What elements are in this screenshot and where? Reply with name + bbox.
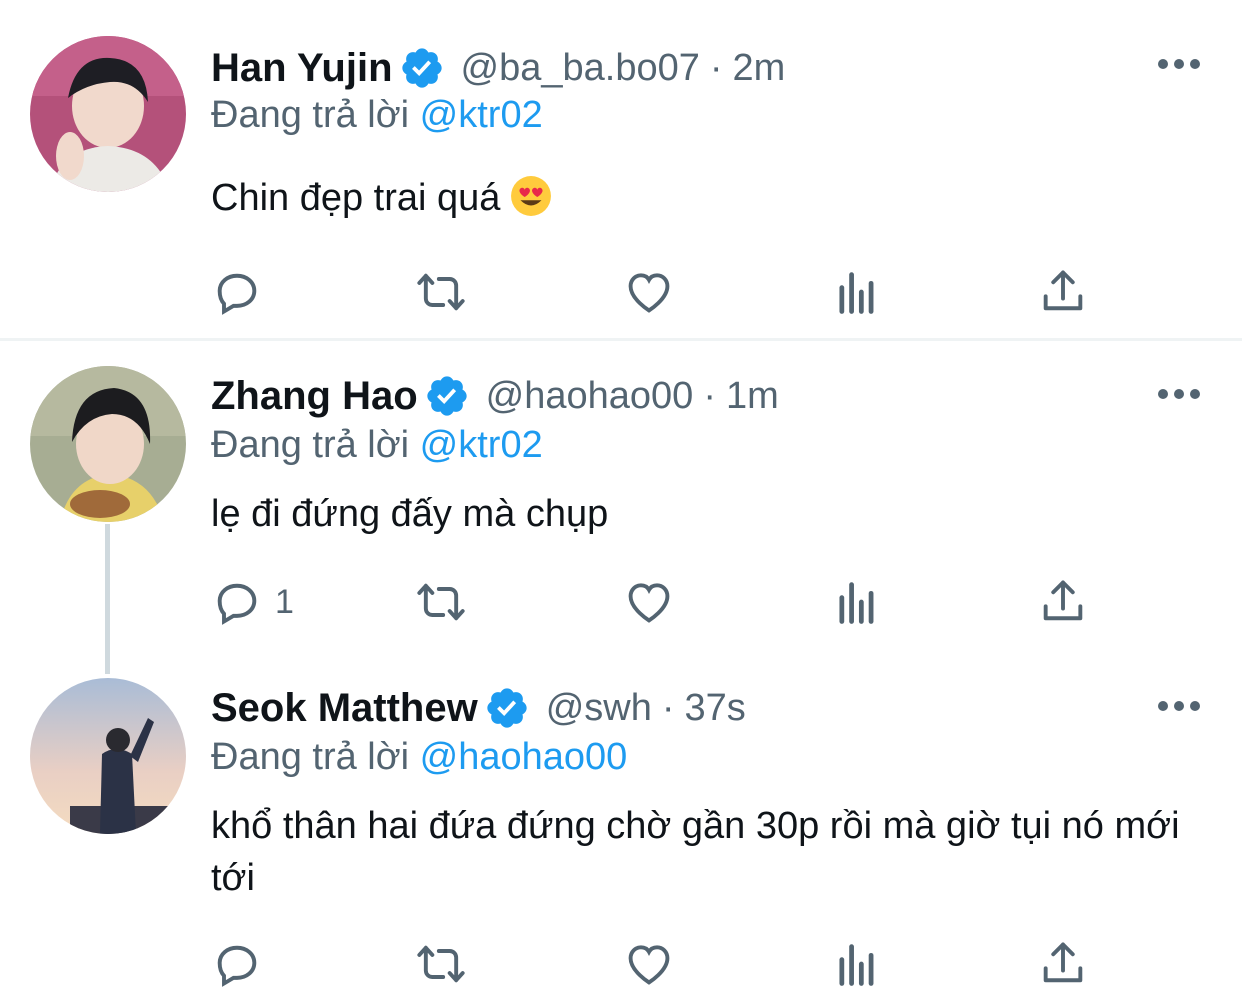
mention-link[interactable]: @ktr02 xyxy=(420,424,543,466)
thread-connector xyxy=(105,524,110,674)
views-button[interactable] xyxy=(831,262,883,322)
tweet-header: Han Yujin @ba_ba.bo07 · 2m xyxy=(211,42,785,94)
views-button[interactable] xyxy=(831,572,883,632)
replying-to-label: Đang trả lời xyxy=(211,424,410,466)
more-icon[interactable] xyxy=(1158,54,1200,74)
avatar[interactable] xyxy=(30,678,186,834)
like-button[interactable] xyxy=(623,572,675,632)
share-button[interactable] xyxy=(1037,572,1089,632)
tweet-actions xyxy=(211,262,1091,322)
separator-dot: · xyxy=(703,374,716,417)
display-name[interactable]: Han Yujin xyxy=(211,46,393,91)
like-button[interactable] xyxy=(623,934,675,994)
tweet-header: Zhang Hao @haohao00 · 1m xyxy=(211,370,779,422)
handle[interactable]: @ba_ba.bo07 xyxy=(461,47,700,90)
verified-badge-icon xyxy=(399,45,445,91)
display-name[interactable]: Seok Matthew xyxy=(211,686,478,731)
views-icon xyxy=(831,938,883,990)
mention-link[interactable]: @ktr02 xyxy=(420,94,543,136)
more-icon[interactable] xyxy=(1158,696,1200,716)
replying-to-label: Đang trả lời xyxy=(211,94,410,136)
handle[interactable]: @swh xyxy=(546,687,652,730)
retweet-button[interactable] xyxy=(415,572,467,632)
tweet-text: Chin đẹp trai quá xyxy=(211,172,1211,224)
share-icon xyxy=(1037,938,1089,990)
views-icon xyxy=(831,576,883,628)
like-icon xyxy=(623,266,675,318)
reply-icon xyxy=(211,938,263,990)
reply-button[interactable] xyxy=(211,934,275,994)
reply-count: 1 xyxy=(275,582,294,621)
reply-button[interactable] xyxy=(211,262,275,322)
replying-to: Đang trả lời @ktr02 xyxy=(211,94,543,137)
verified-badge-icon xyxy=(424,373,470,419)
retweet-button[interactable] xyxy=(415,262,467,322)
replying-to-label: Đang trả lời xyxy=(211,736,410,778)
retweet-icon xyxy=(415,576,467,628)
more-icon[interactable] xyxy=(1158,384,1200,404)
tweet-actions xyxy=(211,934,1091,994)
timestamp[interactable]: 1m xyxy=(726,375,779,418)
avatar[interactable] xyxy=(30,366,186,522)
tweet-text-content: Chin đẹp trai quá xyxy=(211,177,501,219)
tweet-text: khổ thân hai đứa đứng chờ gần 30p rồi mà… xyxy=(211,805,1180,899)
retweet-icon xyxy=(415,938,467,990)
share-icon xyxy=(1037,576,1089,628)
reply-icon xyxy=(211,576,263,628)
replying-to: Đang trả lời @ktr02 xyxy=(211,424,543,467)
timestamp[interactable]: 2m xyxy=(733,47,786,90)
tweet-text: lẹ đi đứng đấy mà chụp xyxy=(211,493,609,535)
timestamp[interactable]: 37s xyxy=(685,687,746,730)
handle[interactable]: @haohao00 xyxy=(486,375,694,418)
separator-dot: · xyxy=(709,46,723,89)
display-name[interactable]: Zhang Hao xyxy=(211,374,418,419)
share-icon xyxy=(1037,266,1089,318)
views-icon xyxy=(831,266,883,318)
reply-button[interactable]: 1 xyxy=(211,572,294,632)
avatar[interactable] xyxy=(30,36,186,192)
share-button[interactable] xyxy=(1037,934,1089,994)
replying-to: Đang trả lời @haohao00 xyxy=(211,736,627,779)
retweet-icon xyxy=(415,266,467,318)
reply-icon xyxy=(211,266,263,318)
separator-dot: · xyxy=(661,686,675,729)
verified-badge-icon xyxy=(484,685,530,731)
like-icon xyxy=(623,938,675,990)
heart-eyes-emoji-icon xyxy=(510,175,552,217)
mention-link[interactable]: @haohao00 xyxy=(420,736,628,778)
retweet-button[interactable] xyxy=(415,934,467,994)
views-button[interactable] xyxy=(831,934,883,994)
share-button[interactable] xyxy=(1037,262,1089,322)
like-icon xyxy=(623,576,675,628)
like-button[interactable] xyxy=(623,262,675,322)
tweet-1[interactable]: Han Yujin @ba_ba.bo07 · 2m Đang trả lời … xyxy=(0,0,1242,338)
tweet-header: Seok Matthew @swh · 37s xyxy=(211,682,746,734)
tweet-actions: 1 xyxy=(211,572,1091,632)
